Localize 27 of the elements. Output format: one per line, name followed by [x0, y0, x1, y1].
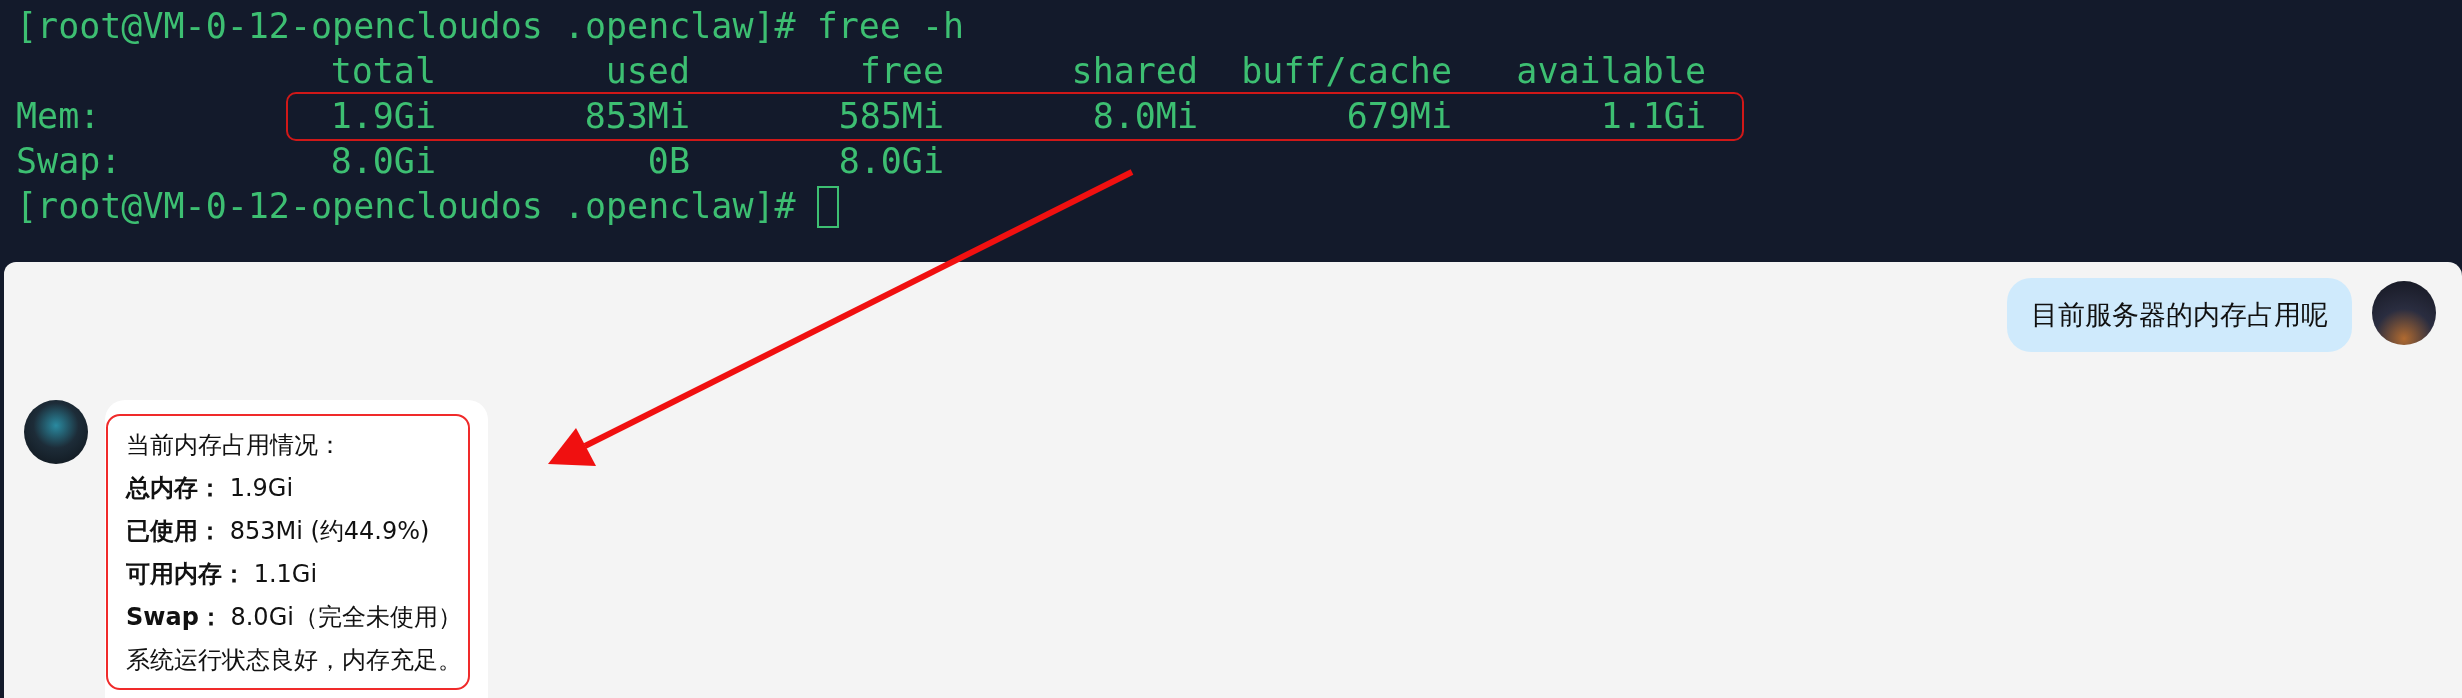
user-message: 目前服务器的内存占用呢: [2007, 278, 2352, 352]
table-cell-text: 8.0Mi: [1091, 95, 1198, 138]
reply-line: Swap： 8.0Gi（完全未使用）: [126, 602, 462, 633]
reply-line: 总内存： 1.9Gi: [126, 473, 295, 504]
table-cell-text: 679Mi: [1345, 95, 1452, 138]
table-cell-text: 8.0Gi: [329, 140, 436, 183]
column-header: available: [1515, 50, 1706, 93]
table-cell-text: 1.1Gi: [1599, 95, 1706, 138]
row-label: Mem:: [16, 95, 102, 138]
reply-line: 可用内存： 1.1Gi: [126, 559, 319, 590]
shell-prompt: [root@VM-0-12-opencloudos .openclaw]#: [16, 5, 796, 48]
reply-line: 已使用： 853Mi (约44.9%): [126, 516, 431, 547]
column-header: free: [858, 50, 944, 93]
table-cell-text: 853Mi: [583, 95, 690, 138]
command-text: free -h: [816, 5, 965, 48]
reply-line: 当前内存占用情况：: [126, 430, 343, 461]
shell-prompt: [root@VM-0-12-opencloudos .openclaw]#: [16, 185, 796, 228]
column-header: total: [329, 50, 436, 93]
table-cell-text: 585Mi: [837, 95, 944, 138]
column-header: buff/cache: [1240, 50, 1452, 93]
column-header: shared: [1070, 50, 1198, 93]
table-cell-text: 8.0Gi: [837, 140, 944, 183]
reply-line: 系统运行状态良好，内存充足。: [126, 645, 462, 676]
table-cell-text: 1.9Gi: [329, 95, 436, 138]
row-label: Swap:: [16, 140, 123, 183]
table-cell-text: 0B: [646, 140, 690, 183]
column-header: used: [604, 50, 690, 93]
